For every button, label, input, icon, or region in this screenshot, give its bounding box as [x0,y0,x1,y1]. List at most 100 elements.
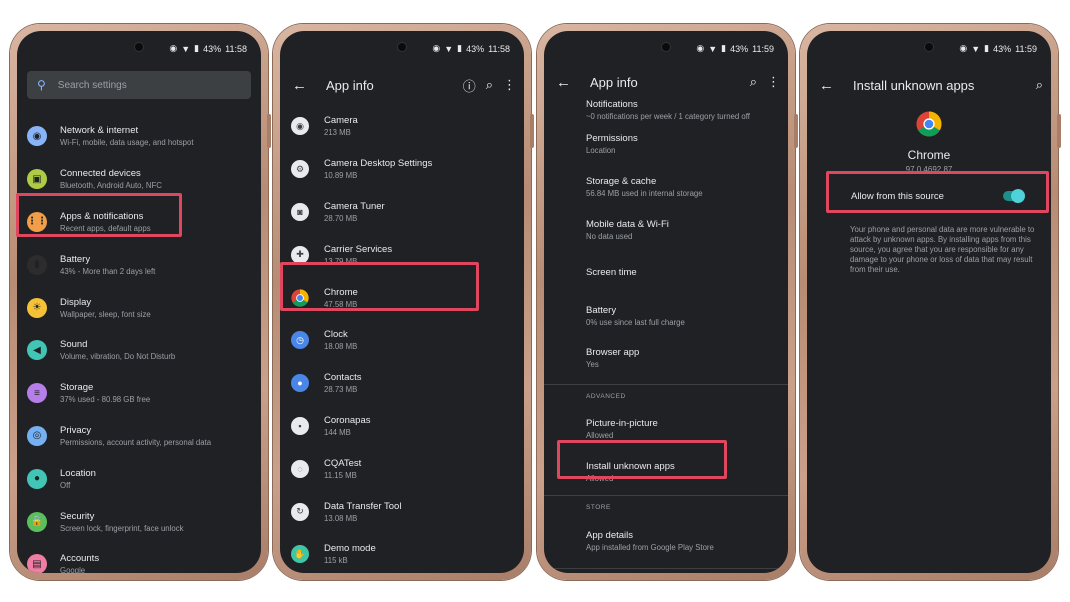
app-info-item-title: Storage & cache [586,176,657,188]
app-name: Clock [324,329,348,341]
chrome-icon [291,288,309,307]
search-bar[interactable]: ⚲ Search settings [27,71,251,99]
settings-item[interactable]: ◉ Network & internet Wi-Fi, mobile, data u… [17,115,261,158]
app-icon: ◌ [291,459,309,478]
section-label-store: STORE [544,495,788,519]
app-list-item[interactable]: ● Contacts 28.73 MB [280,362,524,405]
app-size: 18.08 MB [324,342,358,352]
app-version-text: version 97.0.4692.87 [544,568,788,573]
app-info-item-title: Picture-in-picture [586,418,658,430]
app-bar: ← Install unknown apps ⌕ [807,67,1051,103]
front-camera [662,43,670,51]
app-info-item[interactable]: Mobile data & Wi-Fi No data used [544,209,788,252]
allow-source-toggle[interactable] [1003,189,1025,203]
app-name: Carrier Services [324,243,393,255]
app-list-item[interactable]: ◉ Camera 213 MB [280,105,524,148]
settings-item[interactable]: ≡ Storage 37% used - 80.98 GB free [17,372,261,415]
settings-item-text: Privacy Permissions, account activity, pe… [60,425,211,447]
app-size: 10.89 MB [324,171,358,181]
eye-icon: ◉ [432,43,441,53]
app-list-item-text: CQATest 11.15 MB [324,458,361,480]
settings-item-icon: 🔒 [27,511,47,532]
settings-item-title: Location [60,467,96,479]
search-icon[interactable]: ⌕ [1036,77,1043,93]
app-info-list: Notifications ~0 notifications per week /… [544,97,788,573]
search-app-icon[interactable]: ⌕ [486,77,493,93]
app-info-item[interactable]: Notifications ~0 notifications per week /… [544,97,788,123]
app-size: 11.15 MB [324,470,357,480]
app-list-item[interactable]: Chrome 47.58 MB [280,276,524,319]
app-list-item[interactable]: ◌ CQATest 11.15 MB [280,447,524,490]
app-icon: ● [291,374,309,393]
app-list-item[interactable]: ▪ Coronapas 144 MB [280,405,524,448]
app-list-item-text: Chrome 47.58 MB [324,287,358,309]
app-list-item[interactable]: ✚ Carrier Services 13.79 MB [280,233,524,276]
app-name: Demo mode [324,543,376,555]
settings-item[interactable]: 🔒 Security Screen lock, fingerprint, face … [17,500,261,543]
app-list-item[interactable]: ⚙ Camera Desktop Settings 10.89 MB [280,148,524,191]
app-info-item-title: Notifications [586,99,638,110]
settings-item-text: Battery 43% - More than 2 days left [60,254,155,276]
settings-item-title: Security [60,510,95,522]
settings-item[interactable]: ◀ Sound Volume, vibration, Do Not Disturb [17,329,261,372]
settings-item[interactable]: ▣ Connected devices Bluetooth, Android Aut… [17,158,261,201]
app-info-item-subtitle: Allowed [586,473,614,483]
search-placeholder: Search settings [57,79,127,91]
app-size: 28.73 MB [324,385,358,395]
settings-item-text: Location Off [60,468,96,490]
settings-item-title: Accounts [60,553,100,565]
page-title: App info [590,74,638,90]
app-icon: ▪ [291,416,309,435]
app-list-item[interactable]: ↻ Data Transfer Tool 13.08 MB [280,490,524,533]
app-info-item[interactable]: Browser app Yes [544,337,788,380]
app-list-item[interactable]: ✋ Demo mode 115 kB [280,533,524,573]
status-bar: ◉ ▼ ▮ 43% 11:58 [169,43,247,54]
eye-icon: ◉ [959,43,968,53]
settings-item-subtitle: Screen lock, fingerprint, face unlock [60,523,184,533]
settings-item-title: Apps & notifications [60,210,144,222]
app-info-item[interactable]: Install unknown apps Allowed [544,451,788,494]
app-info-item[interactable]: Storage & cache 56.84 MB used in internal… [544,166,788,209]
back-arrow-icon[interactable]: ← [556,74,574,91]
search-icon[interactable]: ⌕ [750,74,757,90]
settings-item-text: Sound Volume, vibration, Do Not Disturb [60,339,175,361]
app-icon: ◙ [291,202,309,221]
front-camera [398,43,406,51]
settings-item[interactable]: ● Location Off [17,457,261,500]
back-arrow-icon[interactable]: ← [292,77,310,94]
settings-item-title: Connected devices [60,168,141,180]
settings-item[interactable]: ⋮⋮ Apps & notifications Recent apps, defau… [17,201,261,244]
status-bar: ◉ ▼ ▮ 43% 11:59 [696,43,774,54]
app-info-item[interactable]: Screen time [544,251,788,294]
front-camera [925,43,933,51]
settings-item-text: Storage 37% used - 80.98 GB free [60,382,150,404]
more-options-icon[interactable]: ⋮ [767,74,780,90]
app-list-item[interactable]: ◙ Camera Tuner 28.70 MB [280,191,524,234]
help-icon[interactable]: ⓘ [463,76,476,95]
settings-item[interactable]: ▤ Accounts Google [17,543,261,573]
app-list-item-text: Demo mode 115 kB [324,543,376,565]
app-info-item[interactable]: Picture-in-picture Allowed [544,408,788,451]
settings-item[interactable]: ▮ Battery 43% - More than 2 days left [17,243,261,286]
chrome-app-info-screen: ◉ ▼ ▮ 43% 11:59 ← App info ⌕ ⋮ Notificat… [544,31,788,573]
status-time: 11:58 [225,43,247,54]
app-info-item[interactable]: App details App installed from Google Pla… [544,519,788,562]
settings-item[interactable]: ◎ Privacy Permissions, account activity, p… [17,415,261,458]
settings-item-icon: ● [27,468,47,489]
eye-icon: ◉ [169,43,178,53]
settings-item-icon: ◉ [27,126,47,147]
app-info-item-subtitle: Allowed [586,431,614,441]
settings-item-subtitle: Wallpaper, sleep, font size [60,309,151,319]
allow-source-row[interactable]: Allow from this source [831,177,1039,215]
app-list-item-text: Camera Tuner 28.70 MB [324,201,385,223]
settings-item-subtitle: Off [60,480,71,490]
app-info-item-title: Permissions [586,133,638,145]
app-list-item[interactable]: ◷ Clock 18.08 MB [280,319,524,362]
app-info-item[interactable]: Permissions Location [544,123,788,166]
app-info-item[interactable]: Battery 0% use since last full charge [544,294,788,337]
more-options-icon[interactable]: ⋮ [503,77,516,93]
back-arrow-icon[interactable]: ← [819,77,837,94]
settings-item-title: Display [60,296,92,308]
settings-item[interactable]: ☀ Display Wallpaper, sleep, font size [17,286,261,329]
status-bar: ◉ ▼ ▮ 43% 11:58 [432,43,510,54]
